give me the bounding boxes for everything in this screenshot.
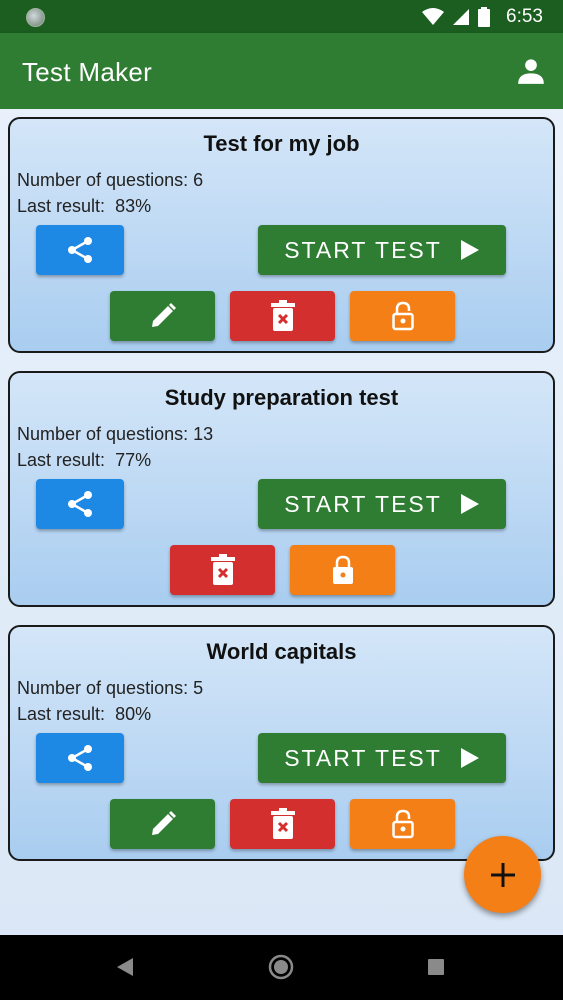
start-test-button[interactable]: START TEST: [258, 479, 506, 529]
person-icon[interactable]: [517, 57, 545, 85]
last-result-value: 83%: [115, 196, 152, 216]
test-title: Test for my job: [203, 131, 360, 156]
plus-icon: [490, 862, 515, 887]
app-bar: Test Maker: [0, 33, 563, 109]
app-title: Test Maker: [22, 57, 153, 87]
question-count-value: 6: [193, 170, 204, 190]
question-count-label: Number of questions:: [17, 424, 189, 444]
home-icon[interactable]: [268, 954, 294, 980]
test-title: World capitals: [206, 639, 357, 664]
play-icon: [460, 494, 479, 514]
question-count-value: 13: [193, 424, 214, 444]
edit-button[interactable]: [110, 799, 215, 849]
share-icon: [68, 237, 92, 263]
trash-icon: [210, 554, 235, 585]
status-bar: 6:53: [0, 0, 563, 33]
wifi-icon: [422, 7, 445, 25]
lock-button[interactable]: [350, 291, 455, 341]
share-button[interactable]: [36, 225, 124, 275]
battery-icon: [478, 6, 491, 27]
navigation-bar: [0, 935, 563, 1000]
pencil-icon: [151, 303, 176, 327]
test-card: World capitals Number of questions: 5 Last…: [8, 625, 555, 861]
last-result-value: 80%: [115, 704, 152, 724]
edit-button[interactable]: [110, 291, 215, 341]
question-count: Number of questions: 6: [17, 170, 203, 191]
share-icon: [68, 745, 92, 771]
test-card: Study preparation test Number of question…: [8, 371, 555, 607]
share-button[interactable]: [36, 733, 124, 783]
question-count: Number of questions: 13: [17, 424, 213, 445]
last-result-label: Last result:: [17, 704, 106, 724]
question-count-value: 5: [193, 678, 204, 698]
play-icon: [460, 748, 479, 768]
trash-icon: [270, 300, 295, 331]
recents-icon[interactable]: [427, 958, 445, 976]
last-result-label: Last result:: [17, 450, 106, 470]
lock-button[interactable]: [350, 799, 455, 849]
test-title: Study preparation test: [164, 385, 399, 410]
lock-button[interactable]: [290, 545, 395, 595]
share-button[interactable]: [36, 479, 124, 529]
test-card: Test for my job Number of questions: 6 Las…: [8, 117, 555, 353]
play-icon: [460, 240, 479, 260]
question-count: Number of questions: 5: [17, 678, 203, 699]
delete-button[interactable]: [170, 545, 275, 595]
lock-closed-icon: [332, 555, 353, 584]
signal-icon: [453, 8, 470, 25]
start-test-label: START TEST: [284, 744, 442, 771]
status-icons: 6:53: [422, 0, 543, 33]
last-result: Last result: 80%: [17, 704, 151, 725]
delete-button[interactable]: [230, 799, 335, 849]
test-list: Test for my job Number of questions: 6 Las…: [0, 109, 563, 935]
lock-open-icon: [391, 809, 414, 839]
start-test-label: START TEST: [284, 490, 442, 517]
last-result-value: 77%: [115, 450, 152, 470]
share-icon: [68, 491, 92, 517]
clock: 6:53: [506, 5, 543, 27]
pencil-icon: [151, 811, 176, 835]
last-result-label: Last result:: [17, 196, 106, 216]
start-test-label: START TEST: [284, 236, 442, 263]
last-result: Last result: 77%: [17, 450, 151, 471]
last-result: Last result: 83%: [17, 196, 151, 217]
lock-open-icon: [391, 301, 414, 331]
notification-icon: [26, 8, 45, 27]
trash-icon: [270, 808, 295, 839]
start-test-button[interactable]: START TEST: [258, 733, 506, 783]
add-test-button[interactable]: [464, 836, 541, 913]
question-count-label: Number of questions:: [17, 678, 189, 698]
delete-button[interactable]: [230, 291, 335, 341]
start-test-button[interactable]: START TEST: [258, 225, 506, 275]
question-count-label: Number of questions:: [17, 170, 189, 190]
back-icon[interactable]: [116, 957, 134, 977]
